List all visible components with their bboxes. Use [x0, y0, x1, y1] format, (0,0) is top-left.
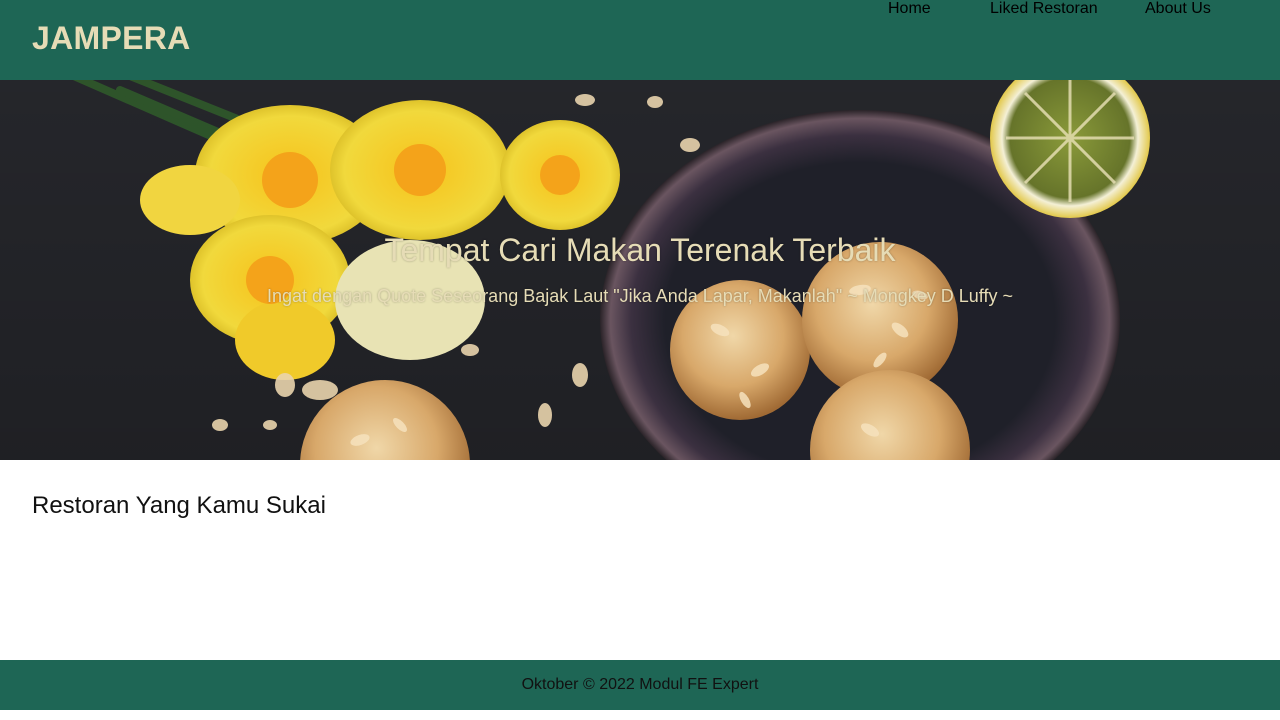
nav-home-link[interactable]: Home [888, 0, 931, 18]
hero-title: Tempat Cari Makan Terenak Terbaik [384, 232, 896, 268]
nav-about-us-link[interactable]: About Us [1145, 0, 1211, 18]
brand-logo[interactable]: JAMPERA [32, 20, 191, 57]
nav-liked-restoran-link[interactable]: Liked Restoran [990, 0, 1098, 18]
footer-text: Oktober © 2022 Modul FE Expert [521, 676, 759, 693]
liked-restaurants-heading: Restoran Yang Kamu Sukai [32, 492, 326, 519]
hero-banner: Tempat Cari Makan Terenak Terbaik Ingat … [0, 80, 1280, 460]
page-bottom-margin [0, 710, 1280, 720]
app-footer: Oktober © 2022 Modul FE Expert [0, 660, 1280, 710]
app-header: JAMPERA Home Liked Restoran About Us [0, 0, 1280, 80]
hero-quote: Ingat dengan Quote Seseorang Bajak Laut … [267, 286, 1013, 306]
hero-image [0, 80, 1280, 460]
